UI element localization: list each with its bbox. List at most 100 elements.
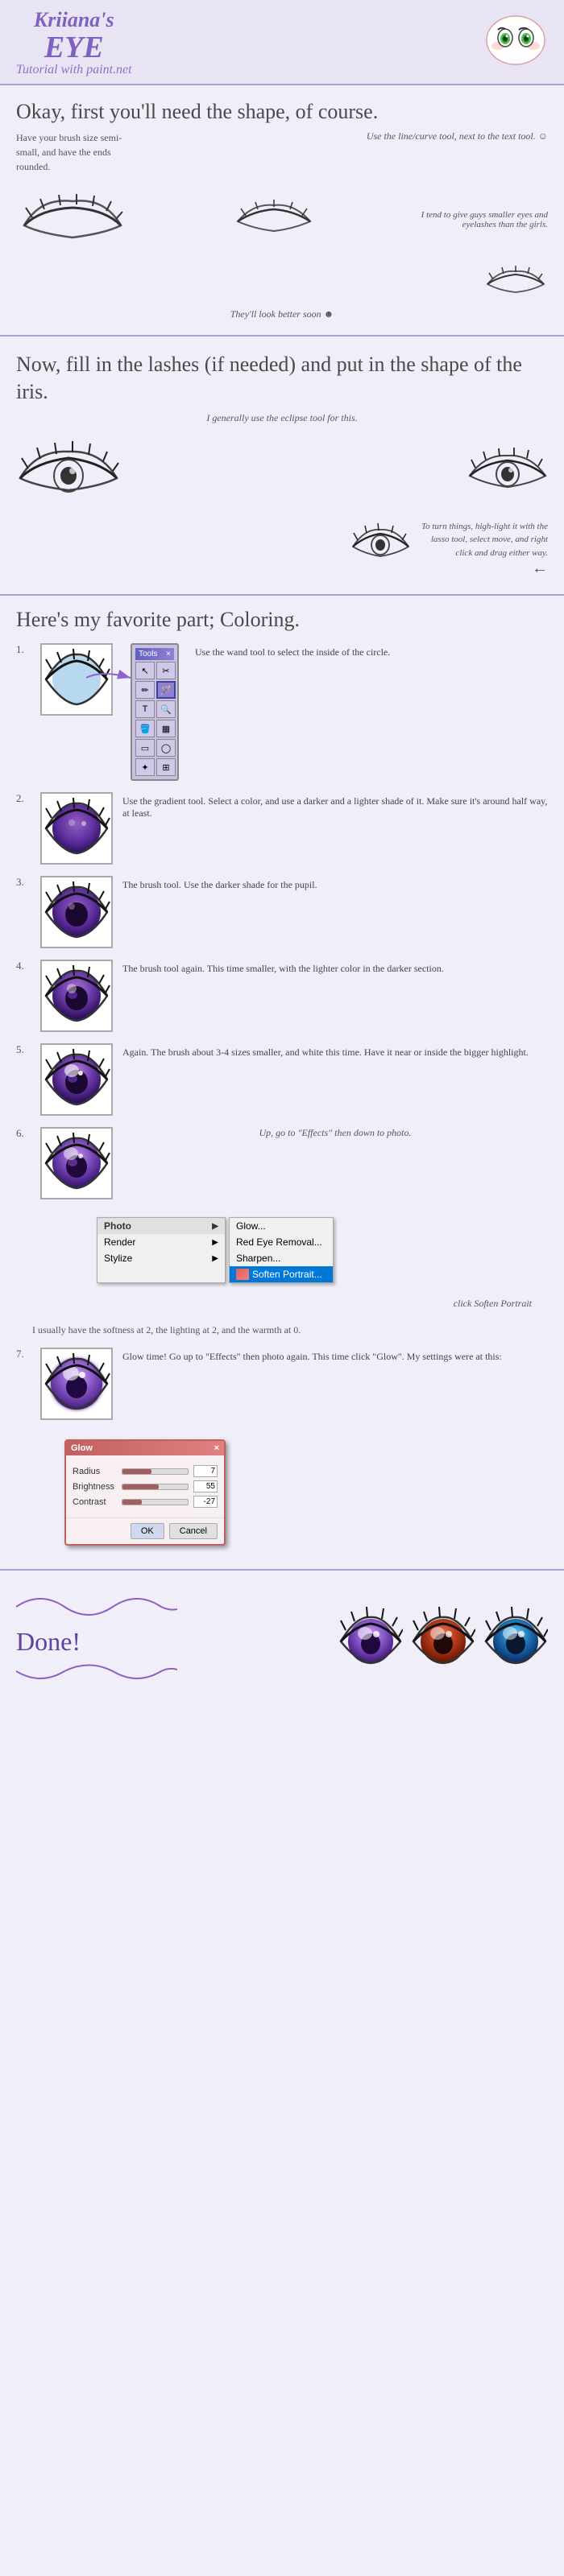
menu-stylize[interactable]: Stylize ▶ <box>97 1250 225 1266</box>
section1-note4: They'll look better soon ☻ <box>16 308 548 320</box>
wave-decoration <box>16 1587 177 1619</box>
section3-title: Here's my favorite part; Coloring. <box>16 608 548 632</box>
step6-subtext: I usually have the softness at 2, the li… <box>32 1324 301 1336</box>
section1-note1: Use the line/curve tool, next to the tex… <box>145 130 548 142</box>
submenu-redeye[interactable]: Red Eye Removal... <box>230 1234 333 1250</box>
done-label: Done! <box>16 1627 177 1657</box>
header-face <box>483 12 548 72</box>
tool-select[interactable]: ↖ <box>135 662 155 679</box>
step3-text: The brush tool. Use the darker shade for… <box>122 876 548 891</box>
eye-iris-guy <box>467 442 548 502</box>
dialog-title: Glow <box>71 1443 93 1453</box>
dialog-brightness-fill <box>122 1484 159 1489</box>
tools-title-text: Tools <box>139 650 157 658</box>
tools-panel-title: Tools × <box>135 648 174 660</box>
submenu-sharpen[interactable]: Sharpen... <box>230 1250 333 1266</box>
submenu-glow-label: Glow... <box>236 1220 266 1232</box>
dialog-body: Radius 7 Brightness 55 Con <box>66 1455 224 1517</box>
step2-text: Use the gradient tool. Select a color, a… <box>122 792 548 819</box>
dialog-radius-fill <box>122 1469 151 1474</box>
dialog-radius-label: Radius <box>73 1467 117 1476</box>
step5-text: Again. The brush about 3-4 sizes smaller… <box>122 1043 548 1059</box>
tool-other[interactable]: ⊞ <box>156 758 176 776</box>
dialog-titlebar: Glow × <box>66 1441 224 1455</box>
tool-zoom[interactable]: 🔍 <box>156 700 176 718</box>
tools-panel: Tools × ↖ ✂ ✏ 🪄 T 🔍 🪣 ▦ ▭ ◯ ✦ ⊞ <box>131 643 179 781</box>
dialog-contrast-slider[interactable] <box>122 1499 189 1505</box>
menu-render-label: Render <box>104 1236 135 1248</box>
dialog-contrast-row: Contrast -27 <box>73 1496 218 1508</box>
submenu-glow[interactable]: Glow... <box>230 1218 333 1234</box>
section2-note1: I generally use the eclipse tool for thi… <box>16 412 548 424</box>
eye-sketch-smaller <box>483 262 548 302</box>
step-3: 3. <box>16 876 548 948</box>
dialog-close-icon[interactable]: × <box>214 1443 219 1453</box>
menu-stylize-arrow: ▶ <box>212 1254 218 1263</box>
step-5: 5. <box>16 1043 548 1116</box>
photo-submenu: Glow... Red Eye Removal... Sharpen... So… <box>229 1217 334 1283</box>
menu-stylize-label: Stylize <box>104 1253 132 1264</box>
header-eye: EYE <box>16 32 132 63</box>
dialog-contrast-fill <box>122 1500 142 1505</box>
glow-dialog: Glow × Radius 7 Brightness <box>64 1439 226 1546</box>
step6-text: Up, go to "Effects" then down to photo. <box>122 1127 548 1139</box>
step7-eye <box>40 1348 113 1420</box>
tools-grid: ↖ ✂ ✏ 🪄 T 🔍 🪣 ▦ ▭ ◯ ✦ ⊞ <box>135 662 174 776</box>
header: Kriiana's EYE Tutorial with paint.net <box>0 0 564 85</box>
tool-text[interactable]: T <box>135 700 155 718</box>
section-iris: Now, fill in the lashes (if needed) and … <box>0 336 564 596</box>
dialog-radius-slider[interactable] <box>122 1468 189 1475</box>
soften-click-note: click Soften Portrait <box>16 1298 548 1310</box>
tool-ellipse[interactable]: ◯ <box>156 739 176 757</box>
dialog-brightness-slider[interactable] <box>122 1484 189 1490</box>
section2-note2-text: To turn things, high-light it with the l… <box>419 520 548 579</box>
dialog-brightness-row: Brightness 55 <box>73 1480 218 1492</box>
section1-title: Okay, first you'll need the shape, of co… <box>16 100 548 124</box>
tool-wand[interactable]: 🪄 <box>156 681 176 699</box>
tool-draw[interactable]: ✏ <box>135 681 155 699</box>
step-7: 7. <box>16 1348 548 1546</box>
dialog-cancel-button[interactable]: Cancel <box>169 1523 218 1539</box>
submenu-sharpen-label: Sharpen... <box>236 1253 280 1264</box>
step7-text: Glow time! Go up to "Effects" then photo… <box>122 1348 548 1363</box>
section1-note3-text: I tend to give guys smaller eyes and eye… <box>419 210 548 229</box>
tool-star[interactable]: ✦ <box>135 758 155 776</box>
step3-eye <box>40 876 113 948</box>
step-2: 2. <box>16 792 548 865</box>
done-section: Done! <box>0 1571 564 1707</box>
tools-panel-container: Tools × ↖ ✂ ✏ 🪄 T 🔍 🪣 ▦ ▭ ◯ ✦ ⊞ <box>131 643 179 781</box>
final-eye-purple <box>338 1601 403 1678</box>
step5-eye <box>40 1043 113 1116</box>
dialog-contrast-label: Contrast <box>73 1497 117 1507</box>
submenu-redeye-label: Red Eye Removal... <box>236 1236 322 1248</box>
glow-dialog-container: Glow × Radius 7 Brightness <box>64 1439 226 1546</box>
soften-click-text: click Soften Portrait <box>16 1298 532 1310</box>
step2-eye <box>40 792 113 865</box>
menu-photo-label: Photo <box>104 1220 131 1232</box>
tool-cut[interactable]: ✂ <box>156 662 176 679</box>
tool-gradient[interactable]: ▦ <box>156 720 176 737</box>
menu-render-arrow: ▶ <box>212 1238 218 1247</box>
step-6: 6. <box>16 1127 548 1336</box>
section2-title: Now, fill in the lashes (if needed) and … <box>16 351 548 406</box>
tools-close[interactable]: × <box>166 650 171 658</box>
tool-rect[interactable]: ▭ <box>135 739 155 757</box>
menu-photo-arrow: ▶ <box>212 1222 218 1231</box>
wave-decoration-bottom <box>16 1663 177 1687</box>
dialog-buttons: OK Cancel <box>66 1517 224 1544</box>
final-eye-blue <box>483 1601 548 1678</box>
dialog-radius-value: 7 <box>193 1465 218 1477</box>
tool-fill[interactable]: 🪣 <box>135 720 155 737</box>
step1-text: Use the wand tool to select the inside o… <box>195 643 548 658</box>
step-1: 1. Tools × <box>16 643 548 781</box>
submenu-soften[interactable]: Soften Portrait... <box>230 1266 333 1282</box>
menu-render[interactable]: Render ▶ <box>97 1234 225 1250</box>
dialog-ok-button[interactable]: OK <box>131 1523 164 1539</box>
step6-note-container: Up, go to "Effects" then down to photo. <box>122 1127 548 1139</box>
step-4: 4. <box>16 960 548 1032</box>
header-subtitle: Tutorial with paint.net <box>16 63 132 77</box>
menu-photo[interactable]: Photo ▶ <box>97 1218 225 1234</box>
eye-sketch-girl <box>16 185 129 254</box>
header-kriiana: Kriiana's <box>16 8 132 32</box>
dialog-contrast-value: -27 <box>193 1496 218 1508</box>
